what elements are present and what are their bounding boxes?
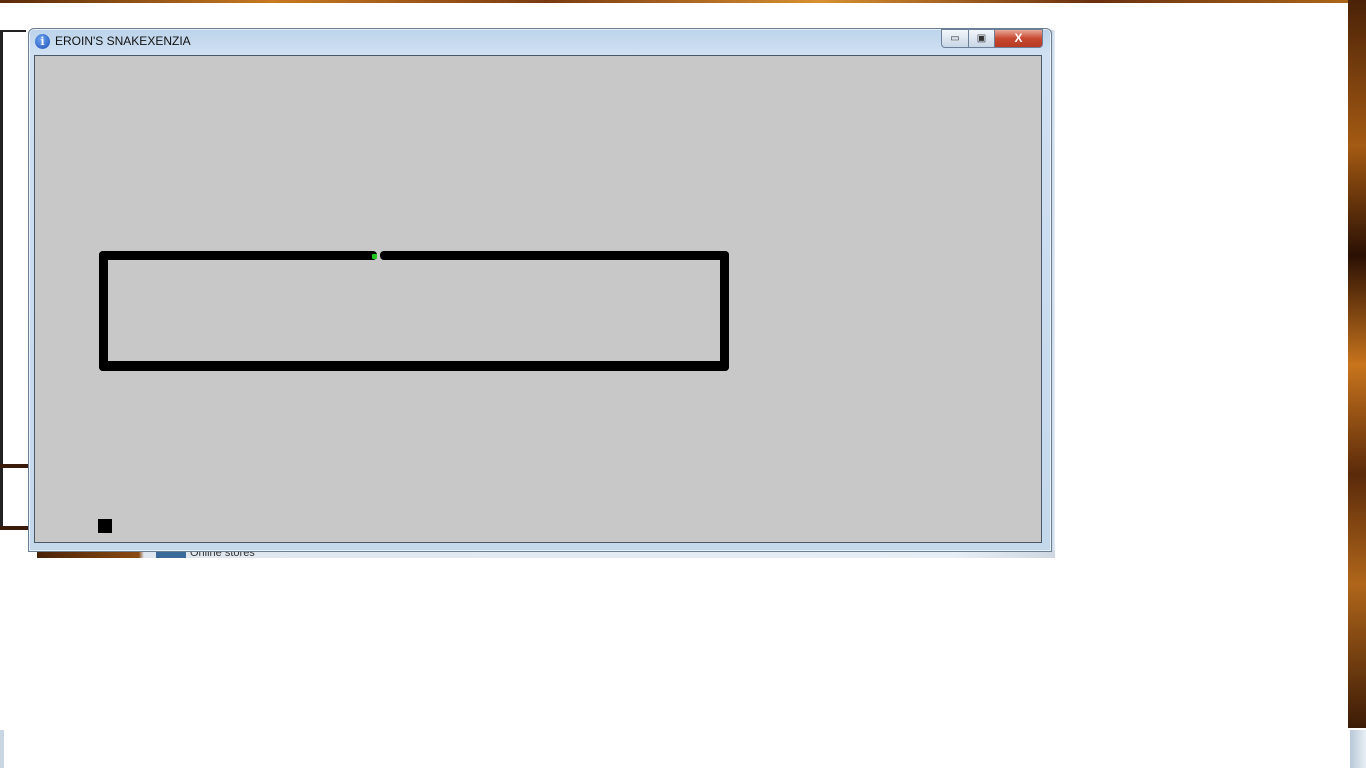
maximize-button[interactable]: ▣ (968, 29, 995, 48)
snake-head (372, 254, 377, 259)
close-button[interactable]: X (994, 29, 1043, 48)
wallpaper-top-strip (0, 0, 1366, 3)
show-desktop-button[interactable] (1350, 730, 1366, 768)
wallpaper-right-strip (1348, 0, 1366, 730)
background-window-edge (0, 30, 3, 530)
snake-segment-top-left (99, 251, 377, 260)
game-window: i EROIN'S SNAKEXENZIA ▭ ▣ X (28, 28, 1052, 552)
snake-segment-top-right (380, 251, 729, 260)
title-bar[interactable]: i EROIN'S SNAKEXENZIA ▭ ▣ X (29, 29, 1051, 55)
game-canvas[interactable] (34, 55, 1042, 543)
playfield (35, 56, 1041, 542)
snake-segment-bottom (99, 361, 729, 371)
taskbar (0, 728, 1366, 768)
taskbar-left-edge (0, 730, 4, 768)
info-icon[interactable]: i (35, 34, 50, 49)
snake-segment-left (99, 251, 108, 371)
snake-segment-right (720, 251, 729, 371)
minimize-button[interactable]: ▭ (941, 29, 969, 48)
background-window-line (0, 464, 28, 468)
background-window-line (0, 30, 26, 32)
food-pellet (98, 519, 112, 533)
window-title: EROIN'S SNAKEXENZIA (55, 34, 191, 48)
background-window-line (0, 526, 28, 530)
